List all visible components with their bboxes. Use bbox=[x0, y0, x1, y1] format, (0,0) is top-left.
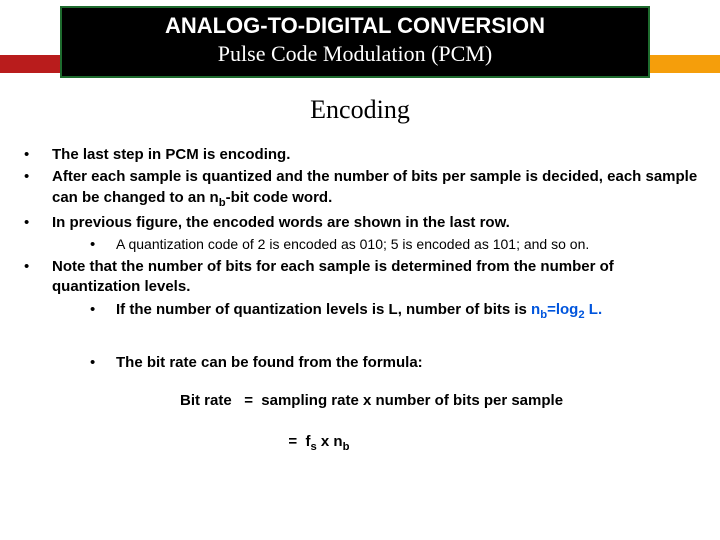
bullet-icon: • bbox=[90, 300, 116, 320]
bullet-icon: • bbox=[90, 235, 116, 255]
bullet-3a: • A quantization code of 2 is encoded as… bbox=[90, 235, 700, 255]
spacer bbox=[20, 375, 700, 383]
content-area: • The last step in PCM is encoding. • Af… bbox=[20, 145, 700, 475]
bullet-3: • In previous figure, the encoded words … bbox=[20, 213, 700, 233]
formula-l2-b: b bbox=[343, 441, 350, 453]
slide-title: ANALOG-TO-DIGITAL CONVERSION bbox=[70, 12, 640, 40]
section-heading: Encoding bbox=[0, 95, 720, 125]
bullet-4a-pre: If the number of quantization levels is … bbox=[116, 301, 531, 318]
bullet-5-text: The bit rate can be found from the formu… bbox=[116, 353, 700, 373]
formula-label: Bit rate bbox=[180, 391, 236, 411]
bullet-3a-text: A quantization code of 2 is encoded as 0… bbox=[116, 235, 700, 254]
slide: ANALOG-TO-DIGITAL CONVERSION Pulse Code … bbox=[0, 0, 720, 540]
bullet-3-text: In previous figure, the encoded words ar… bbox=[52, 213, 700, 233]
nb-post: L. bbox=[585, 301, 603, 318]
bullet-2-text: After each sample is quantized and the n… bbox=[52, 167, 700, 210]
bullet-2-post: -bit code word. bbox=[226, 189, 333, 206]
bullet-5: • The bit rate can be found from the for… bbox=[90, 353, 700, 373]
bullet-2-sub: b bbox=[219, 197, 226, 209]
bullet-icon: • bbox=[90, 353, 116, 373]
slide-subtitle: Pulse Code Modulation (PCM) bbox=[70, 40, 640, 69]
formula-eq-1: = sampling rate x number of bits per sam… bbox=[236, 391, 563, 411]
bullet-1: • The last step in PCM is encoding. bbox=[20, 145, 700, 165]
bullet-icon: • bbox=[20, 257, 52, 277]
formula-eq-2: = fs x nb bbox=[238, 411, 349, 475]
formula-line-2: = fs x nb bbox=[180, 411, 700, 475]
bullet-4-text: Note that the number of bits for each sa… bbox=[52, 257, 700, 298]
nb-formula: nb=log2 L. bbox=[531, 301, 602, 318]
bit-rate-formula: Bit rate = sampling rate x number of bit… bbox=[180, 391, 700, 475]
bullet-2-pre: After each sample is quantized and the n… bbox=[52, 168, 697, 205]
bullet-icon: • bbox=[20, 167, 52, 187]
bullet-1-text: The last step in PCM is encoding. bbox=[52, 145, 700, 165]
bullet-4a-text: If the number of quantization levels is … bbox=[116, 300, 700, 323]
title-box: ANALOG-TO-DIGITAL CONVERSION Pulse Code … bbox=[60, 6, 650, 78]
bullet-2: • After each sample is quantized and the… bbox=[20, 167, 700, 210]
bullet-4: • Note that the number of bits for each … bbox=[20, 257, 700, 298]
nb-eq: =log bbox=[547, 301, 578, 318]
formula-line-1: Bit rate = sampling rate x number of bit… bbox=[180, 391, 700, 411]
spacer bbox=[20, 325, 700, 353]
formula-l2-mid: x n bbox=[317, 433, 343, 450]
spacer bbox=[20, 383, 700, 391]
nb-n: n bbox=[531, 301, 540, 318]
bullet-icon: • bbox=[20, 213, 52, 233]
bullet-icon: • bbox=[20, 145, 52, 165]
formula-label-blank bbox=[180, 411, 238, 475]
bullet-4a: • If the number of quantization levels i… bbox=[90, 300, 700, 323]
formula-l2-pre: = f bbox=[280, 433, 310, 450]
